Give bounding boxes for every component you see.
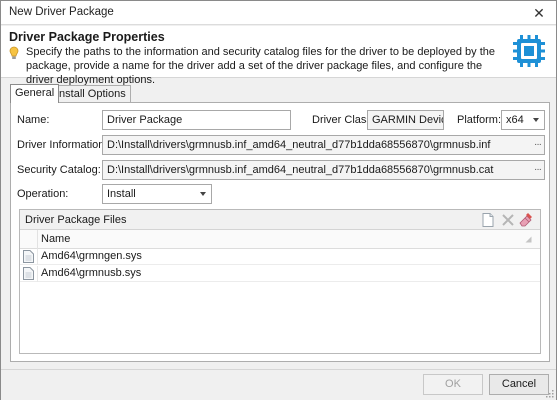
platform-label: Platform: — [457, 114, 502, 126]
title-bar: New Driver Package ✕ — [1, 1, 556, 25]
lightbulb-icon — [9, 46, 19, 59]
dialog-header: Driver Package Properties Specify the pa… — [1, 26, 556, 86]
table-row[interactable]: Amd64\grmnusb.sys — [20, 266, 540, 282]
tab-install-options[interactable]: Install Options — [51, 85, 131, 102]
driver-class-label: Driver Class: — [312, 114, 375, 126]
sort-icon — [525, 236, 532, 243]
name-input[interactable]: Driver Package — [102, 110, 291, 130]
table-row[interactable]: Amd64\grmngen.sys — [20, 249, 540, 265]
column-divider — [37, 266, 38, 282]
cancel-button[interactable]: Cancel — [489, 374, 549, 395]
name-column-header[interactable]: Name — [41, 233, 70, 245]
tab-general[interactable]: General — [10, 84, 60, 103]
files-title: Driver Package Files — [25, 214, 127, 226]
driver-info-field[interactable]: D:\Install\drivers\grmnusb.inf_amd64_neu… — [102, 135, 545, 155]
file-icon — [23, 250, 34, 263]
files-column-header: Name — [20, 230, 540, 249]
driver-package-files: Driver Package Files Name Amd64\grmngen.… — [19, 209, 541, 354]
window-title: New Driver Package — [9, 6, 114, 18]
platform-select[interactable]: x64 — [501, 110, 545, 130]
new-file-icon[interactable] — [480, 212, 496, 228]
general-panel: Name: Driver Package Driver Class: GARMI… — [10, 102, 550, 362]
driver-info-value: D:\Install\drivers\grmnusb.inf_amd64_neu… — [107, 139, 491, 151]
driver-info-label: Driver Information: — [17, 139, 108, 151]
chip-icon — [513, 35, 545, 67]
page-title: Driver Package Properties — [9, 30, 165, 44]
file-icon — [23, 267, 34, 280]
column-divider — [37, 230, 38, 249]
operation-label: Operation: — [17, 188, 69, 200]
security-catalog-label: Security Catalog: — [17, 164, 101, 176]
dialog-footer: OK Cancel — [1, 369, 556, 400]
resize-grip-icon[interactable] — [545, 389, 554, 398]
browse-driver-info-button[interactable]: ··· — [534, 136, 542, 154]
security-catalog-value: D:\Install\drivers\grmnusb.inf_amd64_neu… — [107, 164, 494, 176]
column-divider — [37, 249, 38, 265]
browse-security-catalog-button[interactable]: ··· — [534, 161, 542, 179]
chevron-down-icon — [200, 192, 206, 196]
driver-class-field[interactable]: GARMIN Devices — [367, 110, 444, 130]
file-name: Amd64\grmngen.sys — [41, 250, 142, 262]
header-description: Specify the paths to the information and… — [26, 46, 495, 86]
security-catalog-field[interactable]: D:\Install\drivers\grmnusb.inf_amd64_neu… — [102, 160, 545, 180]
delete-icon[interactable] — [500, 212, 516, 228]
files-toolbar: Driver Package Files — [20, 210, 540, 230]
dialog-window: New Driver Package ✕ Driver Package Prop… — [0, 0, 557, 400]
platform-value: x64 — [506, 114, 524, 126]
eraser-icon[interactable] — [518, 212, 534, 228]
file-name: Amd64\grmnusb.sys — [41, 267, 142, 279]
close-icon[interactable]: ✕ — [530, 4, 548, 22]
ok-button[interactable]: OK — [423, 374, 483, 395]
name-label: Name: — [17, 114, 50, 126]
chevron-down-icon — [533, 118, 539, 122]
operation-value: Install — [107, 188, 136, 200]
operation-select[interactable]: Install — [102, 184, 212, 204]
